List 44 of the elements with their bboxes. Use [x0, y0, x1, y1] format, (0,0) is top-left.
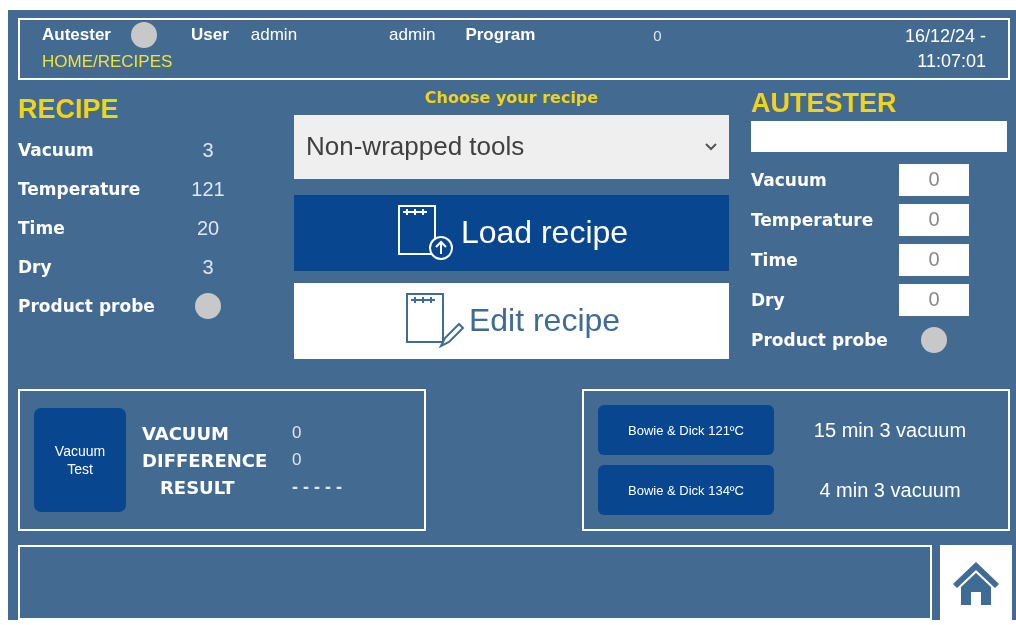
program-value: 0 [653, 26, 662, 44]
vacuum-test-button[interactable]: Vacuum Test [34, 408, 126, 513]
breadcrumb: HOME/RECIPES [42, 52, 174, 72]
bowie-dick-button[interactable]: Bowie & Dick 134ºC [598, 465, 774, 516]
device-label: Autester [42, 25, 111, 45]
test-label: VACUUM [142, 422, 230, 444]
cycle-description: 4 min 3 vacuum [818, 478, 962, 502]
recipe-dropdown[interactable]: Non-wrapped tools [294, 114, 729, 179]
parameter-label: Vacuum [751, 169, 828, 190]
value-field: 0 [899, 163, 969, 196]
probe-label: Product probe [751, 329, 889, 350]
value-field: 0 [899, 283, 969, 316]
parameter-label: Time [751, 249, 799, 270]
parameter-value: 121 [190, 177, 226, 201]
parameter-value: 3 [201, 138, 215, 162]
parameter-label: Temperature [751, 209, 875, 230]
choose-recipe-label: Choose your recipe [423, 87, 600, 107]
edit-recipe-button[interactable]: Edit recipe [294, 282, 729, 359]
user-value: admin [250, 25, 298, 45]
parameter-label: Dry [751, 289, 786, 310]
parameter-value: 20 [195, 216, 221, 240]
user-label: User [190, 25, 229, 45]
test-label: RESULT [159, 476, 236, 498]
time-text: 11:07:01 [917, 50, 986, 73]
parameter-label: Time [18, 218, 66, 239]
load-recipe-button[interactable]: Load recipe [294, 194, 729, 271]
recipe-title: RECIPE [18, 93, 120, 125]
test-value: 0 [292, 422, 303, 444]
test-label: DIFFERENCE [142, 449, 269, 471]
user-name: admin [389, 25, 436, 45]
value-field: 0 [899, 203, 969, 236]
program-label: Program [465, 25, 536, 45]
cycle-description: 15 min 3 vacuum [812, 418, 968, 442]
autester-title: AUTESTER [751, 87, 898, 119]
date-text: 16/12/24 - [904, 25, 986, 48]
test-value: - - - - - [292, 476, 343, 498]
parameter-label: Temperature [18, 179, 142, 200]
parameter-value: 3 [201, 255, 215, 279]
test-value: 0 [292, 449, 303, 471]
value-field: 0 [899, 243, 969, 276]
bowie-dick-button[interactable]: Bowie & Dick 121ºC [598, 405, 774, 456]
parameter-label: Vacuum [18, 140, 95, 161]
probe-label: Product probe [18, 296, 156, 317]
parameter-label: Dry [18, 257, 53, 278]
